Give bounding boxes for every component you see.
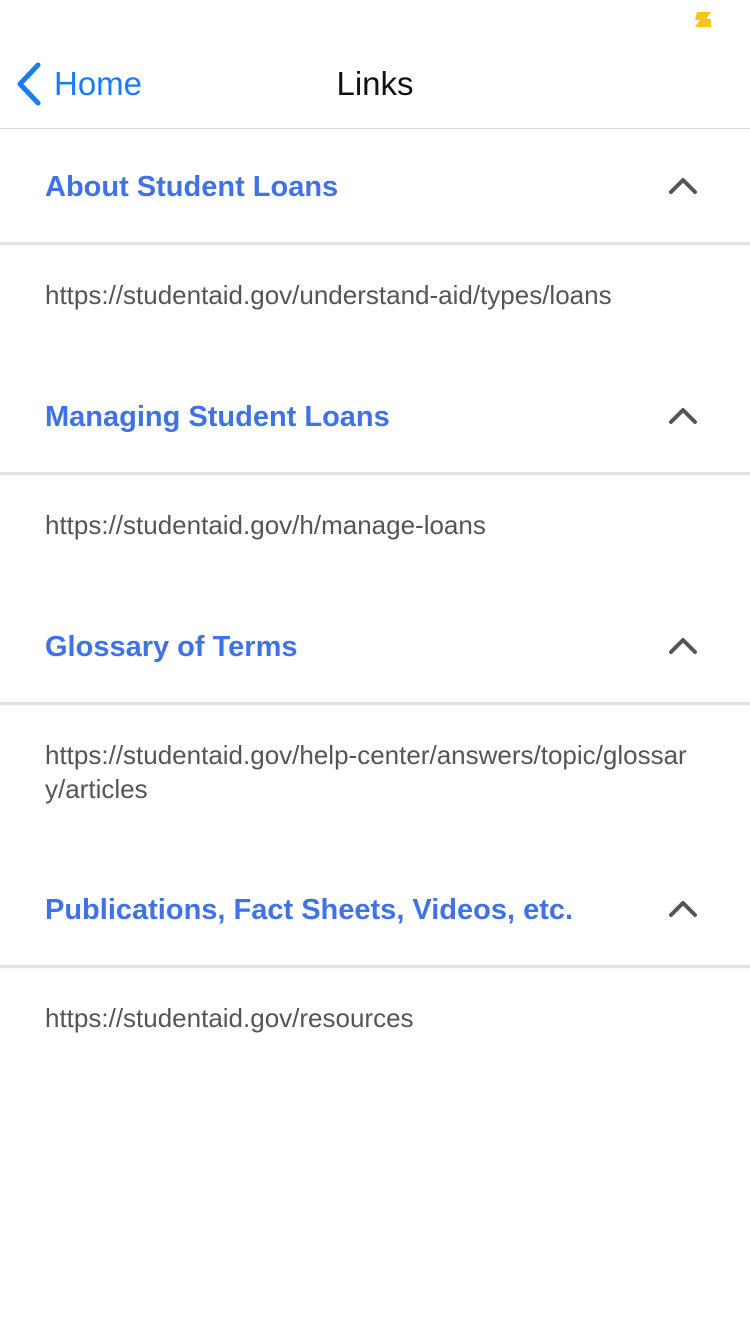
link-url[interactable]: https://studentaid.gov/h/manage-loans [45, 508, 705, 542]
accordion-header-managing-student-loans[interactable]: Managing Student Loans [0, 359, 750, 475]
chevron-up-icon [669, 178, 697, 194]
section-title: Glossary of Terms [45, 631, 298, 663]
accordion-header-publications[interactable]: Publications, Fact Sheets, Videos, etc. [0, 852, 750, 968]
navigation-bar: Home Links [0, 40, 750, 129]
section-title: About Student Loans [45, 171, 339, 203]
accordion-header-about-student-loans[interactable]: About Student Loans [0, 129, 750, 245]
section-title: Publications, Fact Sheets, Videos, etc. [45, 894, 574, 926]
status-bar [0, 0, 750, 40]
battery-low-icon [695, 12, 711, 27]
link-url[interactable]: https://studentaid.gov/understand-aid/ty… [45, 278, 705, 312]
chevron-up-icon [669, 638, 697, 654]
links-screen: Home Links About Student Loans https://s… [0, 0, 750, 1334]
back-button[interactable]: Home [14, 60, 142, 108]
link-url[interactable]: https://studentaid.gov/resources [45, 1001, 705, 1035]
chevron-up-icon [669, 408, 697, 424]
accordion-header-glossary-of-terms[interactable]: Glossary of Terms [0, 589, 750, 705]
chevron-left-icon [17, 62, 41, 106]
section-title: Managing Student Loans [45, 401, 390, 433]
back-button-label: Home [54, 65, 143, 102]
chevron-up-icon [669, 901, 697, 917]
link-url[interactable]: https://studentaid.gov/help-center/answe… [45, 738, 705, 806]
